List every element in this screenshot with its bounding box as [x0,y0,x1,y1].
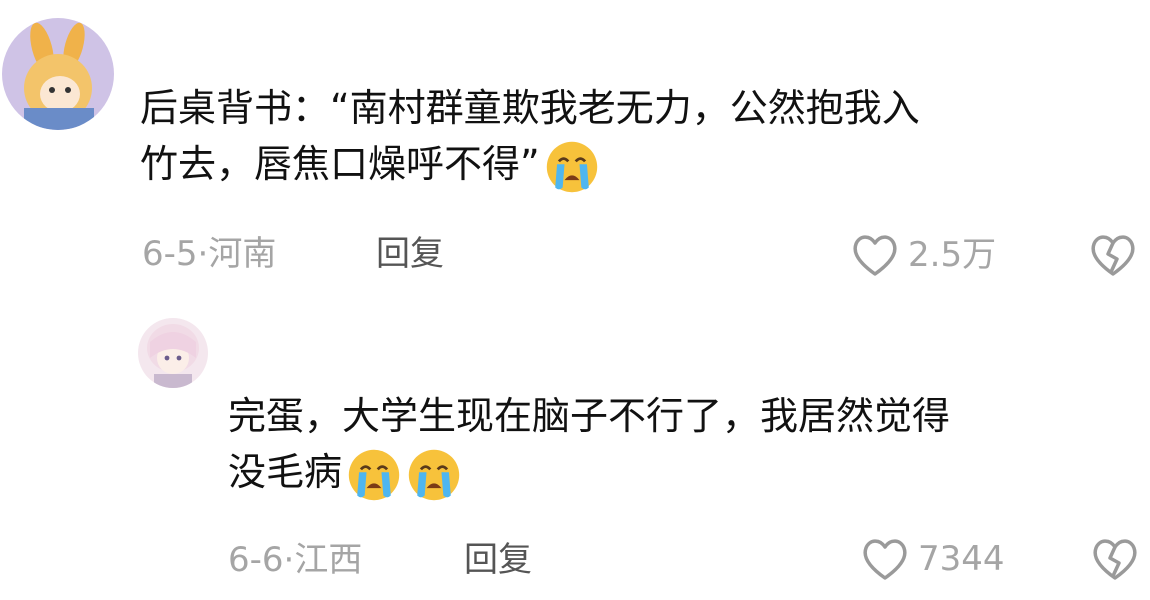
like-count: 7344 [918,539,1005,579]
comment-date: 6-5· [142,234,209,274]
anime-character-avatar-icon [2,18,114,130]
reply-button[interactable]: 回复 [464,540,532,580]
comment-meta: 6-5·河南 [142,234,276,274]
heart-outline-icon [853,235,897,276]
comment-location: 河南 [208,234,277,274]
dislike-button[interactable] [1088,232,1138,282]
comment-date: 6-6· [228,540,295,580]
avatar[interactable] [138,318,208,388]
comment-meta: 6-6·江西 [228,540,362,580]
broken-heart-icon [1091,235,1135,276]
like-count: 2.5万 [908,235,997,275]
comment-text-line: 竹去，唇焦口燥呼不得” [140,142,540,186]
crying-face-icon [544,139,600,195]
like-button[interactable]: 2.5万 [850,232,996,278]
anime-girl-avatar-icon [138,318,208,388]
dislike-button[interactable] [1090,536,1140,586]
heart-outline-icon [863,539,907,580]
comment-text: 后桌背书：“南村群童欺我老无力，公然抱我入 竹去，唇焦口燥呼不得” [140,80,1130,195]
like-button[interactable]: 7344 [860,536,1005,582]
crying-face-icon [346,447,402,503]
avatar[interactable] [2,18,114,130]
comment-text-line: 完蛋，大学生现在脑子不行了，我居然觉得 [228,394,951,438]
broken-heart-icon [1093,539,1137,580]
crying-face-icon [406,447,462,503]
comment-text-line: 没毛病 [228,450,343,494]
reply-button[interactable]: 回复 [376,234,444,274]
comment-text-line: 后桌背书：“南村群童欺我老无力，公然抱我入 [140,86,920,130]
comment-location: 江西 [294,540,363,580]
comment-text: 完蛋，大学生现在脑子不行了，我居然觉得 没毛病 [228,388,1138,503]
